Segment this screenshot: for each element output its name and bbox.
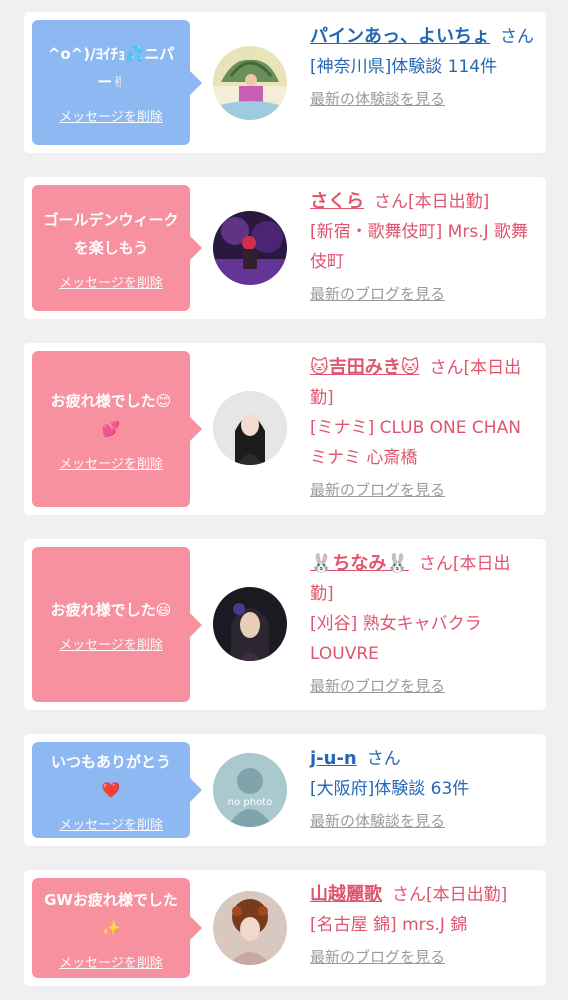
user-suffix: さん <box>366 749 401 769</box>
delete-message-link[interactable]: メッセージを削除 <box>59 453 163 472</box>
message-bubble: ^o^)/ﾖｲﾁｮ💦ニパー✌ メッセージを削除 <box>32 20 202 145</box>
user-info: 山越麗歌 さん[本日出勤] [名古屋 錦] mrs.J 錦 最新のブログを見る <box>310 880 534 967</box>
avatar-photo-image <box>213 891 287 965</box>
user-name-link[interactable]: パインあっ、よいちょ <box>310 26 490 47</box>
user-info: 🐰ちなみ🐰 さん[本日出勤] [刈谷] 熟女キャバクラ LOUVRE 最新のブログ… <box>310 549 534 696</box>
latest-link[interactable]: 最新の体験談を見る <box>310 810 534 831</box>
user-info: 🐱吉田みき🐱 さん[本日出勤] [ミナミ] CLUB ONE CHAN ミナミ 心… <box>310 353 534 500</box>
user-name-link[interactable]: j-u-n <box>310 748 357 769</box>
user-name-link[interactable]: 🐰ちなみ🐰 <box>310 553 409 574</box>
latest-link[interactable]: 最新のブログを見る <box>310 479 534 500</box>
user-detail: [新宿・歌舞伎町] Mrs.J 歌舞伎町 <box>310 222 529 272</box>
message-bubble: いつもありがとう❤️ メッセージを削除 <box>32 742 202 838</box>
message-text: お疲れ様でした😃 <box>50 601 172 619</box>
user-suffix: さん <box>500 27 534 47</box>
avatar[interactable] <box>213 391 287 465</box>
avatar[interactable] <box>213 211 287 285</box>
no-photo-placeholder-icon <box>213 753 287 827</box>
latest-link[interactable]: 最新のブログを見る <box>310 675 534 696</box>
message-text: お疲れ様でした😊💕 <box>50 391 172 438</box>
user-suffix: さん[本日出勤] <box>392 885 508 905</box>
user-suffix: さん[本日出勤] <box>374 192 490 212</box>
user-info: パインあっ、よいちょ さん [神奈川県]体験談 114件 最新の体験談を見る <box>310 22 534 109</box>
avatar-drawing-image <box>213 46 287 120</box>
latest-link[interactable]: 最新のブログを見る <box>310 946 534 967</box>
message-card: ^o^)/ﾖｲﾁｮ💦ニパー✌ メッセージを削除 パインあっ、よいちょ さん [神奈… <box>24 12 546 153</box>
user-detail: [ミナミ] CLUB ONE CHAN ミナミ 心斎橋 <box>310 418 521 468</box>
avatar-photo-image <box>213 391 287 465</box>
message-bubble: お疲れ様でした😃 メッセージを削除 <box>32 547 202 702</box>
user-detail: [刈谷] 熟女キャバクラ LOUVRE <box>310 614 482 664</box>
delete-message-link[interactable]: メッセージを削除 <box>59 106 163 125</box>
user-name-link[interactable]: 🐱吉田みき🐱 <box>310 357 420 378</box>
message-text: ^o^)/ﾖｲﾁｮ💦ニパー✌ <box>47 45 175 91</box>
latest-link[interactable]: 最新の体験談を見る <box>310 88 534 109</box>
avatar[interactable] <box>213 891 287 965</box>
message-card: お疲れ様でした😃 メッセージを削除 🐰ちなみ🐰 さん[本日出勤] [刈谷] 熟女キ… <box>24 539 546 710</box>
message-list: ^o^)/ﾖｲﾁｮ💦ニパー✌ メッセージを削除 パインあっ、よいちょ さん [神奈… <box>0 0 568 1000</box>
message-bubble: GWお疲れ様でした✨ メッセージを削除 <box>32 878 202 978</box>
user-name-link[interactable]: さくら <box>310 191 364 212</box>
user-detail: [名古屋 錦] mrs.J 錦 <box>310 915 468 935</box>
message-text: いつもありがとう❤️ <box>50 752 171 799</box>
user-detail: [大阪府]体験談 63件 <box>310 779 470 799</box>
message-card: GWお疲れ様でした✨ メッセージを削除 山越麗歌 さん[本日出勤] [名古屋 錦]… <box>24 870 546 986</box>
avatar[interactable]: no photo <box>213 753 287 827</box>
avatar-photo-image <box>213 211 287 285</box>
user-name-link[interactable]: 山越麗歌 <box>310 884 382 905</box>
avatar[interactable] <box>213 46 287 120</box>
message-text: GWお疲れ様でした✨ <box>44 890 178 937</box>
delete-message-link[interactable]: メッセージを削除 <box>59 952 163 971</box>
message-card: いつもありがとう❤️ メッセージを削除 no photo j-u-n さん [大阪… <box>24 734 546 846</box>
no-photo-label: no photo <box>227 797 273 808</box>
delete-message-link[interactable]: メッセージを削除 <box>59 634 163 653</box>
message-card: お疲れ様でした😊💕 メッセージを削除 🐱吉田みき🐱 さん[本日出勤] [ミナミ] … <box>24 343 546 515</box>
delete-message-link[interactable]: メッセージを削除 <box>59 814 163 833</box>
latest-link[interactable]: 最新のブログを見る <box>310 283 534 304</box>
user-detail: [神奈川県]体験談 114件 <box>310 57 498 77</box>
avatar-photo-image <box>213 587 287 661</box>
user-info: さくら さん[本日出勤] [新宿・歌舞伎町] Mrs.J 歌舞伎町 最新のブログを… <box>310 187 534 304</box>
delete-message-link[interactable]: メッセージを削除 <box>59 272 163 291</box>
message-card: ゴールデンウィークを楽しもう メッセージを削除 さくら さん[本日出勤] [新宿・… <box>24 177 546 319</box>
message-bubble: ゴールデンウィークを楽しもう メッセージを削除 <box>32 185 202 311</box>
user-info: j-u-n さん [大阪府]体験談 63件 最新の体験談を見る <box>310 744 534 831</box>
avatar[interactable] <box>213 587 287 661</box>
message-bubble: お疲れ様でした😊💕 メッセージを削除 <box>32 351 202 507</box>
message-text: ゴールデンウィークを楽しもう <box>43 210 179 257</box>
